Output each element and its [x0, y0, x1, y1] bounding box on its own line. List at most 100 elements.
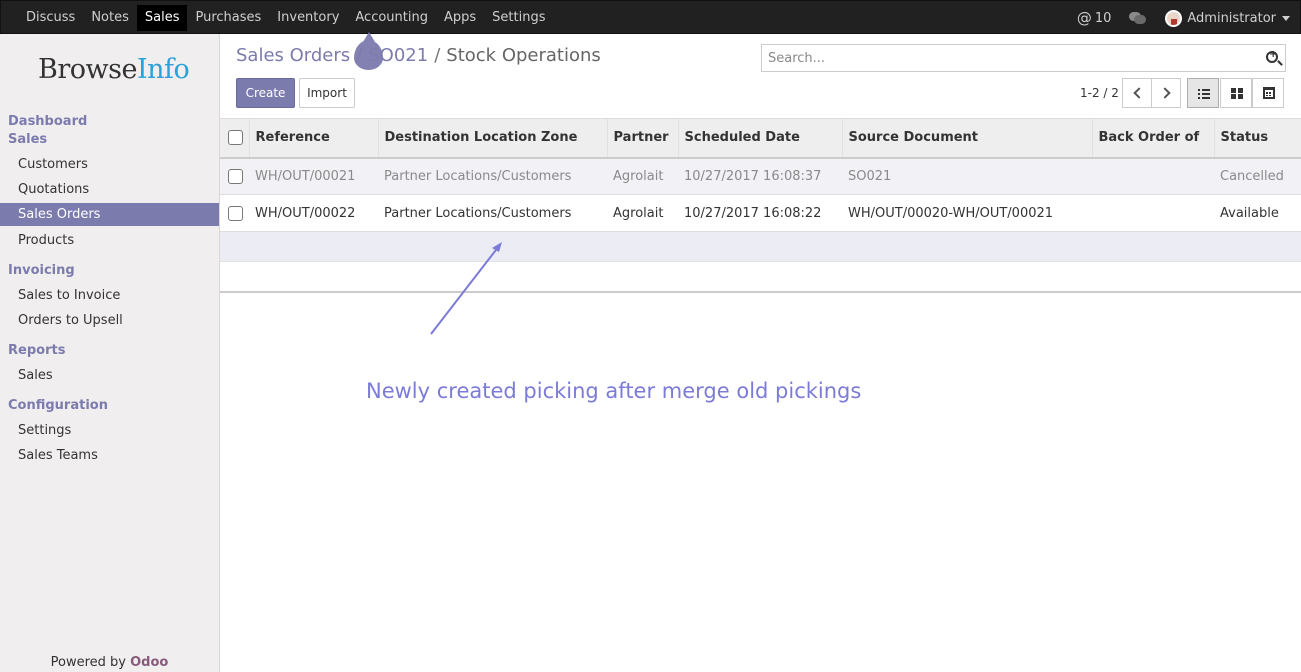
- menu-inventory[interactable]: Inventory: [269, 5, 347, 31]
- cell-source-document: WH/OUT/00020-WH/OUT/00021: [842, 194, 1092, 232]
- sidebar-item-sales-orders[interactable]: Sales Orders: [0, 203, 219, 226]
- empty-cell: [220, 261, 1301, 293]
- chat-bubbles-icon[interactable]: [1129, 11, 1147, 25]
- avatar: [1165, 9, 1183, 27]
- sidebar-section-configuration: Configuration: [8, 398, 108, 413]
- caret-down-icon: [1282, 15, 1290, 21]
- cell-reference: WH/OUT/00022: [249, 194, 378, 232]
- column-header-scheduled-date[interactable]: Scheduled Date: [677, 118, 842, 159]
- pager-previous-button[interactable]: [1122, 78, 1152, 108]
- sidebar-item-reports-sales[interactable]: Sales: [0, 364, 219, 387]
- column-header-back-order-of[interactable]: Back Order of: [1091, 118, 1214, 159]
- user-name: Administrator: [1187, 10, 1276, 26]
- sidebar-item-sales-teams[interactable]: Sales Teams: [0, 444, 219, 467]
- cell-status: Cancelled: [1214, 157, 1301, 195]
- sidebar-section-reports: Reports: [8, 343, 66, 358]
- annotation-arrow: [430, 242, 502, 335]
- sidebar-item-orders-to-upsell[interactable]: Orders to Upsell: [0, 309, 219, 332]
- column-header-reference[interactable]: Reference: [248, 118, 378, 159]
- sidebar: BrowseInfo Dashboard Sales Customers Quo…: [0, 34, 220, 672]
- sidebar-item-sales-to-invoice[interactable]: Sales to Invoice: [0, 284, 219, 307]
- select-all-cell: [220, 118, 249, 159]
- breadcrumb-sales-orders[interactable]: Sales Orders: [236, 45, 350, 66]
- powered-by: Powered by Odoo: [0, 655, 219, 670]
- pointer-marker-icon: [354, 32, 383, 70]
- sidebar-section-invoicing: Invoicing: [8, 263, 75, 278]
- menu-settings[interactable]: Settings: [484, 5, 553, 31]
- list-icon: [1198, 89, 1210, 99]
- row-select-cell: [220, 157, 249, 195]
- column-header-source-document[interactable]: Source Document: [841, 118, 1092, 159]
- select-all-checkbox[interactable]: [228, 130, 243, 146]
- kanban-view-button[interactable]: [1220, 78, 1252, 108]
- column-header-destination[interactable]: Destination Location Zone: [377, 118, 607, 159]
- stock-operations-table: Reference Destination Location Zone Part…: [220, 118, 1301, 293]
- cell-status: Available: [1214, 194, 1301, 232]
- arrow-head: [492, 242, 502, 252]
- table-row[interactable]: WH/OUT/00022 Partner Locations/Customers…: [220, 194, 1301, 232]
- menu-sales[interactable]: Sales: [136, 5, 188, 31]
- search-box: [761, 44, 1286, 72]
- pager-next-button[interactable]: [1151, 78, 1181, 108]
- annotation-text: Newly created picking after merge old pi…: [366, 379, 862, 403]
- breadcrumb: Sales Orders / SO021 / Stock Operations: [236, 45, 601, 66]
- list-view: Reference Destination Location Zone Part…: [220, 118, 1301, 293]
- row-checkbox[interactable]: [228, 168, 243, 184]
- chevron-left-icon: [1133, 87, 1145, 99]
- chevron-right-icon: [1159, 87, 1171, 99]
- empty-row: [220, 231, 1301, 262]
- sidebar-item-products[interactable]: Products: [0, 229, 219, 252]
- list-view-button[interactable]: [1187, 78, 1219, 108]
- top-navbar: Discuss Notes Sales Purchases Inventory …: [0, 0, 1301, 34]
- at-sign-icon: @: [1076, 9, 1092, 27]
- sidebar-section-sales: Sales: [8, 132, 48, 147]
- create-button[interactable]: Create: [236, 78, 295, 108]
- mentions-button[interactable]: @ 10: [1077, 9, 1112, 27]
- systray: @ 10 Administrator: [1077, 5, 1290, 31]
- powered-by-label: Powered by: [50, 655, 126, 670]
- table-header-row: Reference Destination Location Zone Part…: [220, 118, 1301, 159]
- cell-scheduled-date: 10/27/2017 16:08:22: [678, 194, 842, 232]
- menu-accounting[interactable]: Accounting: [347, 5, 436, 31]
- cell-back-order-of: [1092, 194, 1214, 232]
- sidebar-item-settings[interactable]: Settings: [0, 419, 219, 442]
- kanban-icon: [1231, 88, 1243, 99]
- logo-text-info: Info: [136, 54, 190, 85]
- cell-scheduled-date: 10/27/2017 16:08:37: [678, 157, 842, 195]
- calendar-view-button[interactable]: [1252, 78, 1284, 108]
- search-icon[interactable]: [1266, 49, 1278, 63]
- search-input[interactable]: [762, 45, 1252, 71]
- breadcrumb-current: Stock Operations: [446, 45, 601, 66]
- empty-row: [220, 261, 1301, 293]
- cell-destination: Partner Locations/Customers: [378, 157, 607, 195]
- cell-source-document: SO021: [842, 157, 1092, 195]
- menu-purchases[interactable]: Purchases: [187, 5, 269, 31]
- mentions-count: 10: [1094, 10, 1112, 26]
- menu-notes[interactable]: Notes: [83, 5, 137, 31]
- menu-apps[interactable]: Apps: [436, 5, 484, 31]
- logo-text-browse: Browse: [38, 54, 137, 85]
- odoo-link[interactable]: Odoo: [130, 655, 168, 670]
- menu-discuss[interactable]: Discuss: [18, 5, 83, 31]
- cell-partner: Agrolait: [607, 157, 678, 195]
- breadcrumb-separator: /: [434, 45, 441, 66]
- arrow-line: [430, 245, 500, 335]
- main-menu: Discuss Notes Sales Purchases Inventory …: [18, 5, 553, 31]
- import-button[interactable]: Import: [299, 78, 355, 108]
- company-logo: BrowseInfo: [38, 54, 190, 85]
- sidebar-item-dashboard[interactable]: Dashboard: [8, 114, 87, 129]
- sidebar-item-quotations[interactable]: Quotations: [0, 178, 219, 201]
- column-header-partner[interactable]: Partner: [606, 118, 678, 159]
- cell-destination: Partner Locations/Customers: [378, 194, 607, 232]
- row-checkbox[interactable]: [228, 205, 243, 221]
- row-select-cell: [220, 194, 249, 232]
- user-menu[interactable]: Administrator: [1165, 9, 1290, 27]
- column-header-status[interactable]: Status: [1213, 118, 1301, 159]
- calendar-icon: [1263, 87, 1275, 99]
- empty-cell: [220, 231, 1301, 262]
- cell-back-order-of: [1092, 157, 1214, 195]
- cell-partner: Agrolait: [607, 194, 678, 232]
- table-row[interactable]: WH/OUT/00021 Partner Locations/Customers…: [220, 157, 1301, 195]
- sidebar-item-customers[interactable]: Customers: [0, 153, 219, 176]
- cell-reference: WH/OUT/00021: [249, 157, 378, 195]
